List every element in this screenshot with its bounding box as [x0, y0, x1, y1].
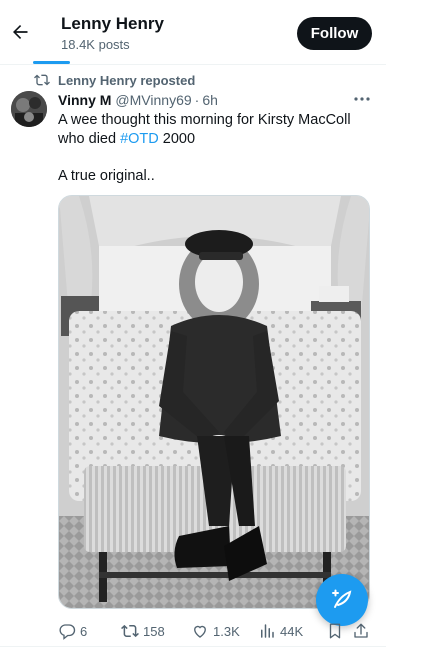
- reply-count: 6: [80, 623, 88, 639]
- time-separator: ·: [194, 92, 200, 108]
- like-button[interactable]: 1.3K: [191, 621, 240, 641]
- bookmark-icon: [329, 623, 341, 639]
- heart-icon: [194, 625, 206, 638]
- bookmark-button[interactable]: [326, 621, 348, 641]
- view-count: 44K: [280, 623, 304, 639]
- reply-button[interactable]: 6: [58, 621, 87, 641]
- repost-count: 158: [143, 623, 165, 639]
- bottom-divider: [0, 646, 386, 647]
- tweet-photo[interactable]: [58, 195, 370, 609]
- views-chart-icon: [261, 624, 274, 638]
- tweet-text-line2: A true original..: [58, 168, 155, 184]
- tweet-text-line1-end: 2000: [158, 131, 196, 147]
- repost-icon: [34, 74, 50, 86]
- post-count: 18.4K posts: [61, 37, 130, 52]
- more-options-button[interactable]: [352, 92, 372, 106]
- repost-label: Lenny Henry reposted: [58, 72, 196, 88]
- more-icon: [354, 97, 370, 101]
- profile-header: Lenny Henry 18.4K posts Follow: [0, 0, 386, 66]
- avatar-image: [11, 91, 47, 127]
- compose-feather-icon: [332, 589, 352, 608]
- repost-icon: [121, 624, 139, 638]
- avatar[interactable]: [11, 91, 47, 127]
- hashtag-link[interactable]: #OTD: [120, 131, 159, 147]
- tweet-text-line1: A wee thought this morning for Kirsty Ma…: [58, 112, 351, 147]
- photo-image: [59, 196, 369, 608]
- share-icon: [354, 623, 368, 638]
- tweet-author-row: Vinny M @MVinny69 · 6h: [58, 91, 218, 109]
- author-name[interactable]: Vinny M: [58, 92, 111, 108]
- arrow-left-icon: [13, 25, 28, 39]
- profile-name: Lenny Henry: [61, 14, 164, 33]
- tweet-time[interactable]: 6h: [202, 92, 218, 108]
- reply-icon: [59, 624, 76, 640]
- back-button[interactable]: [8, 20, 32, 44]
- author-handle[interactable]: @MVinny69: [115, 92, 191, 108]
- compose-post-button[interactable]: [316, 574, 368, 626]
- follow-button[interactable]: Follow: [297, 17, 372, 50]
- repost-indicator[interactable]: Lenny Henry reposted: [34, 71, 195, 89]
- tweet-actions: 6 158 1.3K 44K: [58, 621, 378, 643]
- like-count: 1.3K: [213, 623, 240, 639]
- header-divider: [0, 64, 386, 65]
- repost-button[interactable]: 158: [121, 621, 165, 641]
- share-button[interactable]: [352, 621, 374, 641]
- tweet-text: A wee thought this morning for Kirsty Ma…: [58, 111, 368, 186]
- views-button[interactable]: 44K: [258, 621, 303, 641]
